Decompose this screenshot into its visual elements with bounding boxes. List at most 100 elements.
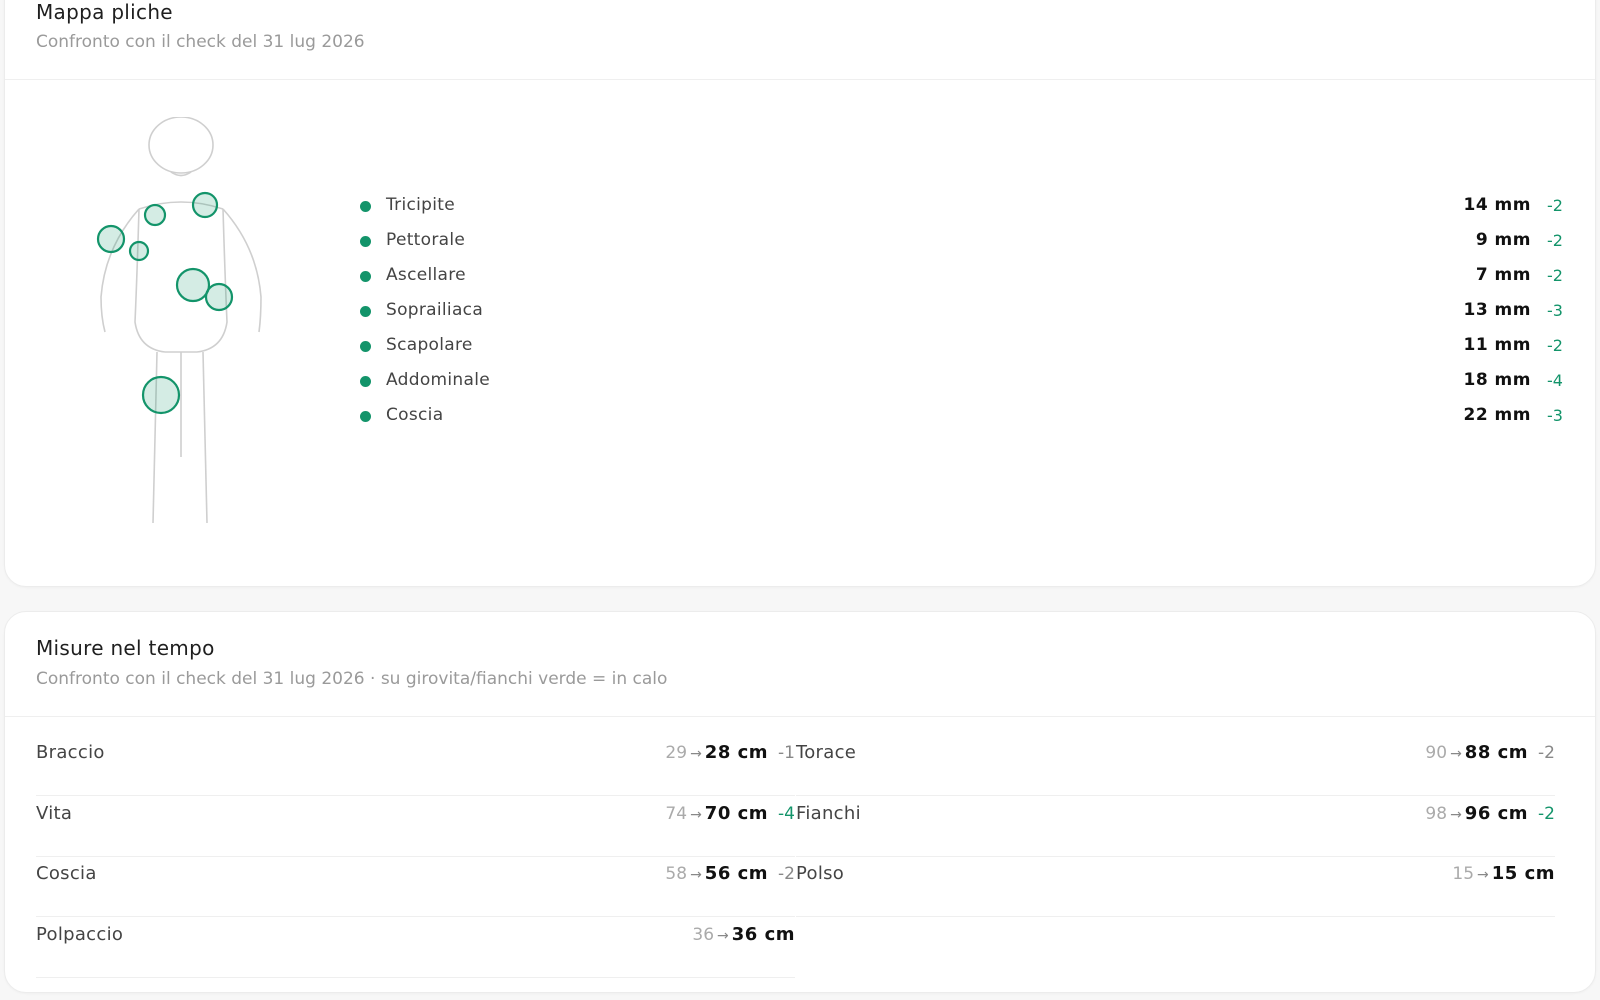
skinfold-marker-pettorale [143, 203, 167, 227]
skinfold-marker-ascellare [191, 191, 219, 219]
skinfold-marker-coscia [141, 375, 181, 415]
skinfold-card-subtitle: Confronto con il check del 31 lug 2026 [36, 32, 365, 52]
measurement-previous: 15 [1452, 864, 1475, 884]
measurement-values: 74 → 70 cm -4 [665, 803, 795, 824]
skinfold-delta: -2 [1547, 266, 1563, 285]
skinfold-name: Soprailiaca [386, 300, 484, 320]
measurement-values: 58 → 56 cm -2 [665, 863, 795, 884]
skinfold-name: Ascellare [386, 265, 466, 285]
measurement-delta: -1 [778, 743, 795, 763]
skinfold-row: Addominale 18 mm -4 [355, 368, 1575, 403]
measurement-row: Polso 15 → 15 cm [796, 855, 1555, 917]
skinfold-card-header: Mappa pliche Confronto con il check del … [5, 0, 1595, 80]
measurement-row: Braccio 29 → 28 cm -1 [36, 734, 795, 796]
measurement-current: 15 cm [1491, 863, 1555, 884]
skinfold-name: Tricipite [386, 195, 456, 215]
measurement-name: Polpaccio [36, 923, 124, 945]
measurement-previous: 58 [665, 864, 688, 884]
skinfold-card-title: Mappa pliche [36, 0, 173, 24]
body-outline-figure [96, 117, 262, 524]
skinfold-marker-addominale [175, 267, 211, 303]
skinfold-row: Pettorale 9 mm -2 [355, 228, 1575, 263]
skinfold-marker-tricipite [96, 224, 126, 254]
skinfold-dot-icon [360, 376, 371, 387]
measurement-current: 96 cm [1464, 802, 1529, 824]
skinfold-value: 9 mm [1475, 230, 1531, 250]
skinfold-row: Ascellare 7 mm -2 [355, 263, 1575, 298]
skinfold-delta: -3 [1547, 406, 1563, 425]
measurement-previous: 90 [1425, 743, 1448, 763]
skinfold-list: Tricipite 14 mm -2 Pettorale 9 mm -2 Ascellare… [355, 193, 1575, 438]
measurement-row: Vita 74 → 70 cm -4 [36, 795, 795, 857]
skinfold-name: Coscia [386, 405, 444, 425]
measurement-values: 29 → 28 cm -1 [665, 742, 795, 763]
measurement-name: Coscia [36, 863, 97, 884]
skinfold-dot-icon [360, 236, 371, 247]
measurement-delta: -2 [778, 864, 795, 884]
measurement-current: 56 cm [704, 863, 769, 884]
skinfold-delta: -2 [1547, 231, 1563, 250]
measurement-row: Polpaccio 36 → 36 cm [36, 916, 795, 978]
skinfold-value: 11 mm [1463, 335, 1531, 355]
skinfold-name: Addominale [386, 370, 490, 390]
measurement-previous: 29 [665, 743, 688, 763]
skinfold-delta: -2 [1547, 336, 1563, 355]
skinfold-delta: -4 [1547, 371, 1563, 390]
skinfold-map-card: Mappa pliche Confronto con il check del … [4, 0, 1596, 587]
skinfold-value: 22 mm [1463, 405, 1531, 425]
measurement-row: Coscia 58 → 56 cm -2 [36, 855, 795, 917]
measurements-card: Misure nel tempo Confronto con il check … [4, 611, 1596, 993]
skinfold-dot-icon [360, 341, 371, 352]
measurement-previous: 74 [665, 803, 688, 824]
measurement-name: Braccio [36, 742, 105, 763]
measurement-values: 90 → 88 cm -2 [1425, 742, 1555, 763]
skinfold-value: 14 mm [1463, 195, 1531, 215]
arrow-right-icon: → [1450, 746, 1462, 762]
skinfold-name: Pettorale [386, 230, 466, 250]
measurement-current: 70 cm [704, 802, 769, 824]
measurement-previous: 36 [692, 924, 715, 945]
skinfold-delta: -3 [1547, 301, 1563, 320]
measurements-card-header: Misure nel tempo Confronto con il check … [5, 612, 1595, 717]
measurement-current: 36 cm [731, 923, 795, 945]
measurement-values: 36 → 36 cm [692, 924, 795, 945]
measurements-card-title: Misure nel tempo [36, 636, 215, 660]
measurement-values: 98 → 96 cm -2 [1425, 803, 1555, 824]
arrow-right-icon: → [690, 746, 702, 762]
skinfold-row: Soprailiaca 13 mm -3 [355, 298, 1575, 333]
skinfold-delta: -2 [1547, 196, 1563, 215]
measurement-delta: -2 [1538, 743, 1555, 763]
measurement-name: Vita [36, 802, 73, 824]
skinfold-dot-icon [360, 271, 371, 282]
measurement-current: 88 cm [1464, 742, 1529, 763]
skinfold-name: Scapolare [386, 335, 473, 355]
measurement-row: Torace 90 → 88 cm -2 [796, 734, 1555, 796]
skinfold-value: 7 mm [1475, 265, 1531, 285]
skinfold-marker-scapolare [128, 240, 150, 262]
skinfold-value: 13 mm [1463, 300, 1531, 320]
skinfold-marker-soprailiaca [204, 282, 234, 312]
arrow-right-icon: → [690, 867, 702, 883]
measurements-card-subtitle: Confronto con il check del 31 lug 2026 ·… [36, 669, 668, 689]
skinfold-value: 18 mm [1463, 370, 1531, 390]
skinfold-dot-icon [360, 306, 371, 317]
arrow-right-icon: → [717, 927, 729, 944]
skinfold-dot-icon [360, 201, 371, 212]
skinfold-row: Scapolare 11 mm -2 [355, 333, 1575, 368]
measurement-delta: -4 [778, 803, 795, 824]
arrow-right-icon: → [690, 806, 702, 823]
body-head-outline [148, 117, 214, 174]
arrow-right-icon: → [1450, 806, 1462, 823]
measurement-row: Fianchi 98 → 96 cm -2 [796, 795, 1555, 857]
measurement-name: Polso [796, 863, 845, 884]
measurement-name: Fianchi [796, 802, 861, 824]
skinfold-dot-icon [360, 411, 371, 422]
measurement-current: 28 cm [704, 742, 769, 763]
skinfold-row: Tricipite 14 mm -2 [355, 193, 1575, 228]
measurement-delta: -2 [1538, 803, 1555, 824]
measurement-previous: 98 [1425, 803, 1448, 824]
measurement-values: 15 → 15 cm [1452, 863, 1555, 884]
skinfold-row: Coscia 22 mm -3 [355, 403, 1575, 438]
measurement-name: Torace [796, 742, 857, 763]
arrow-right-icon: → [1477, 867, 1489, 883]
